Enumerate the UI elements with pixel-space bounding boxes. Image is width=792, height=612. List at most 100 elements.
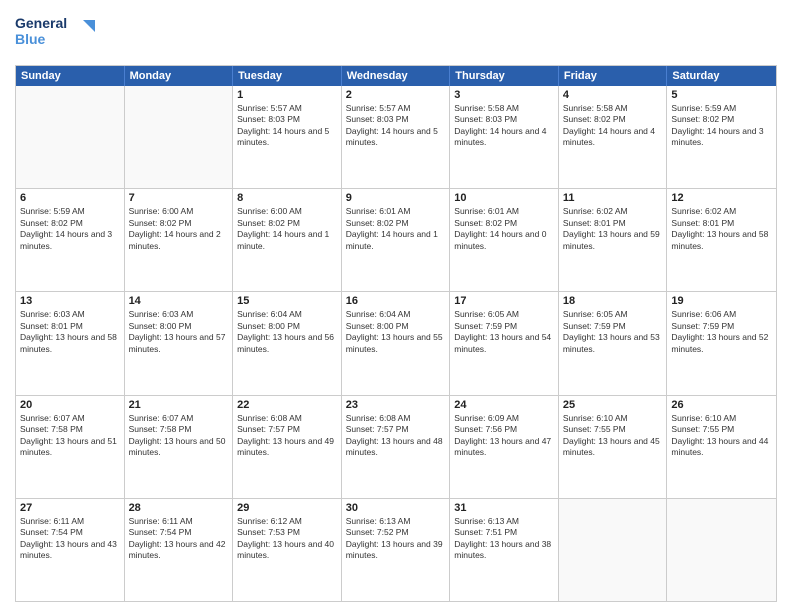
day-number: 29 (237, 502, 337, 514)
cell-text: Sunrise: 6:07 AMSunset: 7:58 PMDaylight:… (129, 413, 229, 459)
day-number: 15 (237, 295, 337, 307)
day-number: 12 (671, 192, 772, 204)
cell-text: Sunrise: 6:11 AMSunset: 7:54 PMDaylight:… (20, 516, 120, 562)
day-number: 23 (346, 399, 446, 411)
cell-text: Sunrise: 6:00 AMSunset: 8:02 PMDaylight:… (237, 206, 337, 252)
day-number: 8 (237, 192, 337, 204)
cal-cell: 25Sunrise: 6:10 AMSunset: 7:55 PMDayligh… (559, 396, 668, 498)
cell-text: Sunrise: 6:03 AMSunset: 8:00 PMDaylight:… (129, 309, 229, 355)
day-number: 17 (454, 295, 554, 307)
cell-text: Sunrise: 6:01 AMSunset: 8:02 PMDaylight:… (454, 206, 554, 252)
cal-cell: 15 Sunrise: 6:04 AMSunset: 8:00 PMDayligh… (233, 292, 342, 394)
cal-cell: 30 Sunrise: 6:13 AMSunset: 7:52 PMDayligh… (342, 499, 451, 601)
cal-cell: 18 Sunrise: 6:05 AMSunset: 7:59 PMDayligh… (559, 292, 668, 394)
cal-cell: 24Sunrise: 6:09 AMSunset: 7:56 PMDayligh… (450, 396, 559, 498)
cell-text: Sunrise: 6:03 AMSunset: 8:01 PMDaylight:… (20, 309, 120, 355)
cell-text: Sunrise: 6:09 AMSunset: 7:56 PMDaylight:… (454, 413, 554, 459)
day-number: 4 (563, 89, 663, 101)
cal-cell: 29 Sunrise: 6:12 AMSunset: 7:53 PMDayligh… (233, 499, 342, 601)
cell-text: Sunrise: 6:06 AMSunset: 7:59 PMDaylight:… (671, 309, 772, 355)
cell-text: Sunrise: 6:13 AMSunset: 7:52 PMDaylight:… (346, 516, 446, 562)
cal-cell (125, 86, 234, 188)
day-number: 1 (237, 89, 337, 101)
cell-text: Sunrise: 5:59 AMSunset: 8:02 PMDaylight:… (671, 103, 772, 149)
cal-cell: 16 Sunrise: 6:04 AMSunset: 8:00 PMDayligh… (342, 292, 451, 394)
logo-text: General Blue (15, 10, 115, 57)
day-number: 3 (454, 89, 554, 101)
day-number: 16 (346, 295, 446, 307)
cell-text: Sunrise: 6:05 AMSunset: 7:59 PMDaylight:… (563, 309, 663, 355)
week-row-3: 13 Sunrise: 6:03 AMSunset: 8:01 PMDayligh… (16, 291, 776, 394)
cell-text: Sunrise: 6:00 AMSunset: 8:02 PMDaylight:… (129, 206, 229, 252)
day-number: 21 (129, 399, 229, 411)
cell-text: Sunrise: 6:04 AMSunset: 8:00 PMDaylight:… (346, 309, 446, 355)
day-number: 5 (671, 89, 772, 101)
page: General Blue SundayMondayTuesdayWednesda… (0, 0, 792, 612)
svg-text:General: General (15, 15, 67, 31)
cal-cell: 19 Sunrise: 6:06 AMSunset: 7:59 PMDayligh… (667, 292, 776, 394)
cal-cell (559, 499, 668, 601)
cal-cell: 26Sunrise: 6:10 AMSunset: 7:55 PMDayligh… (667, 396, 776, 498)
header-day-monday: Monday (125, 66, 234, 86)
day-number: 27 (20, 502, 120, 514)
header-day-sunday: Sunday (16, 66, 125, 86)
cal-cell: 21 Sunrise: 6:07 AMSunset: 7:58 PMDayligh… (125, 396, 234, 498)
cell-text: Sunrise: 6:05 AMSunset: 7:59 PMDaylight:… (454, 309, 554, 355)
cell-text: Sunrise: 6:07 AMSunset: 7:58 PMDaylight:… (20, 413, 120, 459)
cal-cell: 8 Sunrise: 6:00 AMSunset: 8:02 PMDaylight… (233, 189, 342, 291)
day-number: 10 (454, 192, 554, 204)
cell-text: Sunrise: 6:11 AMSunset: 7:54 PMDaylight:… (129, 516, 229, 562)
cell-text: Sunrise: 5:57 AMSunset: 8:03 PMDaylight:… (346, 103, 446, 149)
calendar-body: 1 Sunrise: 5:57 AMSunset: 8:03 PMDaylight… (16, 86, 776, 601)
day-number: 9 (346, 192, 446, 204)
cell-text: Sunrise: 6:13 AMSunset: 7:51 PMDaylight:… (454, 516, 554, 562)
header-day-thursday: Thursday (450, 66, 559, 86)
cal-cell: 28 Sunrise: 6:11 AMSunset: 7:54 PMDayligh… (125, 499, 234, 601)
calendar: SundayMondayTuesdayWednesdayThursdayFrid… (15, 65, 777, 602)
cal-cell: 10 Sunrise: 6:01 AMSunset: 8:02 PMDayligh… (450, 189, 559, 291)
cal-cell: 5 Sunrise: 5:59 AMSunset: 8:02 PMDaylight… (667, 86, 776, 188)
calendar-header: SundayMondayTuesdayWednesdayThursdayFrid… (16, 66, 776, 86)
cell-text: Sunrise: 6:08 AMSunset: 7:57 PMDaylight:… (237, 413, 337, 459)
cell-text: Sunrise: 6:04 AMSunset: 8:00 PMDaylight:… (237, 309, 337, 355)
cell-text: Sunrise: 6:02 AMSunset: 8:01 PMDaylight:… (563, 206, 663, 252)
header: General Blue (15, 10, 777, 57)
day-number: 19 (671, 295, 772, 307)
day-number: 30 (346, 502, 446, 514)
cal-cell: 2 Sunrise: 5:57 AMSunset: 8:03 PMDaylight… (342, 86, 451, 188)
cell-text: Sunrise: 5:58 AMSunset: 8:03 PMDaylight:… (454, 103, 554, 149)
cal-cell: 3 Sunrise: 5:58 AMSunset: 8:03 PMDaylight… (450, 86, 559, 188)
cell-text: Sunrise: 5:57 AMSunset: 8:03 PMDaylight:… (237, 103, 337, 149)
cell-text: Sunrise: 6:10 AMSunset: 7:55 PMDaylight:… (563, 413, 663, 459)
day-number: 28 (129, 502, 229, 514)
header-day-tuesday: Tuesday (233, 66, 342, 86)
cell-text: Sunrise: 6:12 AMSunset: 7:53 PMDaylight:… (237, 516, 337, 562)
week-row-4: 20Sunrise: 6:07 AMSunset: 7:58 PMDayligh… (16, 395, 776, 498)
cal-cell: 17 Sunrise: 6:05 AMSunset: 7:59 PMDayligh… (450, 292, 559, 394)
cal-cell: 14Sunrise: 6:03 AMSunset: 8:00 PMDayligh… (125, 292, 234, 394)
cal-cell: 27 Sunrise: 6:11 AMSunset: 7:54 PMDayligh… (16, 499, 125, 601)
cal-cell: 12Sunrise: 6:02 AMSunset: 8:01 PMDayligh… (667, 189, 776, 291)
cal-cell: 31 Sunrise: 6:13 AMSunset: 7:51 PMDayligh… (450, 499, 559, 601)
cell-text: Sunrise: 6:01 AMSunset: 8:02 PMDaylight:… (346, 206, 446, 252)
cal-cell: 13 Sunrise: 6:03 AMSunset: 8:01 PMDayligh… (16, 292, 125, 394)
cell-text: Sunrise: 5:59 AMSunset: 8:02 PMDaylight:… (20, 206, 120, 252)
cal-cell: 6 Sunrise: 5:59 AMSunset: 8:02 PMDaylight… (16, 189, 125, 291)
day-number: 6 (20, 192, 120, 204)
day-number: 18 (563, 295, 663, 307)
day-number: 31 (454, 502, 554, 514)
day-number: 13 (20, 295, 120, 307)
cal-cell: 11Sunrise: 6:02 AMSunset: 8:01 PMDayligh… (559, 189, 668, 291)
cal-cell: 4 Sunrise: 5:58 AMSunset: 8:02 PMDaylight… (559, 86, 668, 188)
week-row-1: 1 Sunrise: 5:57 AMSunset: 8:03 PMDaylight… (16, 86, 776, 188)
day-number: 2 (346, 89, 446, 101)
cal-cell: 23 Sunrise: 6:08 AMSunset: 7:57 PMDayligh… (342, 396, 451, 498)
cal-cell: 20Sunrise: 6:07 AMSunset: 7:58 PMDayligh… (16, 396, 125, 498)
day-number: 22 (237, 399, 337, 411)
cell-text: Sunrise: 5:58 AMSunset: 8:02 PMDaylight:… (563, 103, 663, 149)
week-row-5: 27 Sunrise: 6:11 AMSunset: 7:54 PMDayligh… (16, 498, 776, 601)
cell-text: Sunrise: 6:08 AMSunset: 7:57 PMDaylight:… (346, 413, 446, 459)
header-day-friday: Friday (559, 66, 668, 86)
cal-cell (667, 499, 776, 601)
week-row-2: 6 Sunrise: 5:59 AMSunset: 8:02 PMDaylight… (16, 188, 776, 291)
